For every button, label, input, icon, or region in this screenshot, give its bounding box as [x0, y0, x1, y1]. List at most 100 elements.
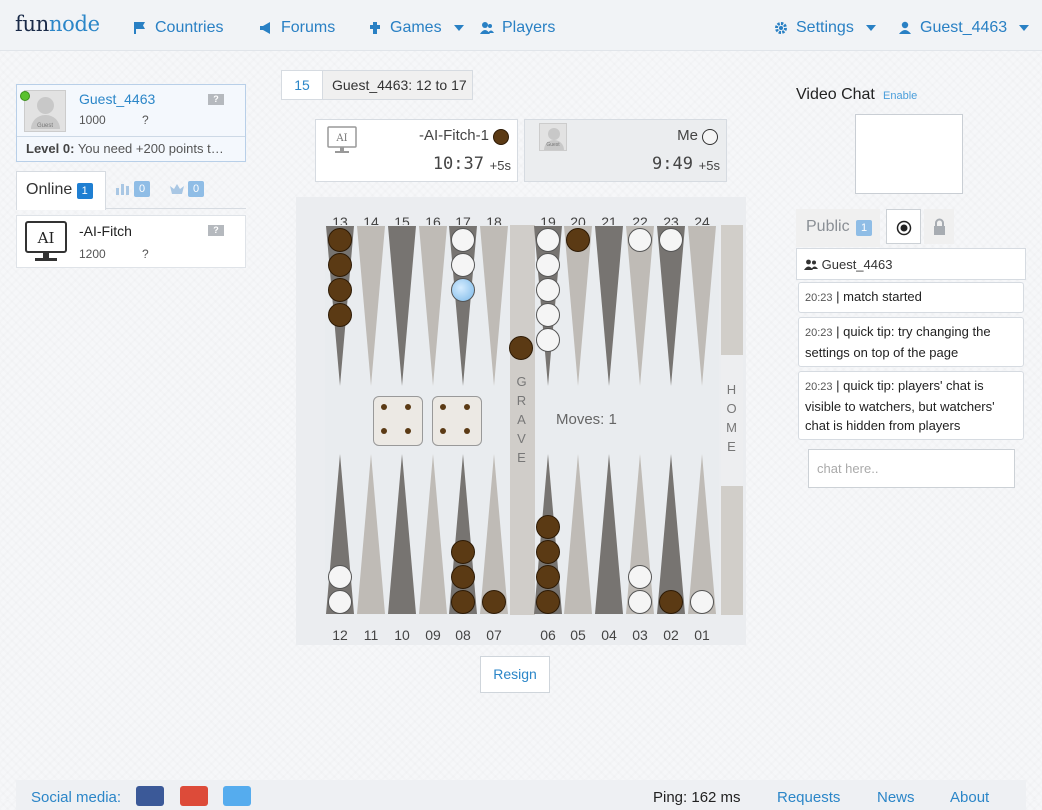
- logo[interactable]: funnode: [15, 12, 100, 36]
- round-number[interactable]: 15: [282, 71, 322, 99]
- nav-games[interactable]: Games: [368, 17, 464, 39]
- tab-public[interactable]: Public 1: [796, 209, 880, 247]
- white-checker[interactable]: [690, 590, 714, 614]
- bar-chart-icon: [116, 184, 129, 195]
- google-plus-icon[interactable]: [180, 786, 208, 806]
- tab-game-chat[interactable]: [886, 209, 921, 244]
- black-checker[interactable]: [536, 590, 560, 614]
- nav-forums[interactable]: Forums: [259, 17, 335, 39]
- home-label: HOME: [726, 382, 738, 454]
- puzzle-icon: [370, 22, 380, 34]
- white-checker[interactable]: [451, 228, 475, 252]
- white-checker[interactable]: [536, 228, 560, 252]
- footer: [16, 780, 1026, 810]
- black-checker[interactable]: [659, 590, 683, 614]
- white-checker[interactable]: [328, 565, 352, 589]
- point-18[interactable]: [480, 226, 508, 386]
- black-checker[interactable]: [451, 540, 475, 564]
- white-checker[interactable]: [536, 303, 560, 327]
- die[interactable]: [432, 396, 482, 446]
- white-checker[interactable]: [659, 228, 683, 252]
- tab-stats[interactable]: 0: [116, 181, 150, 197]
- nav-settings-label: Settings: [796, 19, 854, 36]
- white-checker[interactable]: [628, 228, 652, 252]
- black-checker[interactable]: [536, 565, 560, 589]
- point-04[interactable]: [595, 454, 623, 614]
- tab-crown[interactable]: 0: [170, 181, 204, 197]
- users-icon: [804, 259, 818, 270]
- requests-link[interactable]: Requests: [777, 789, 840, 806]
- point-number: 02: [663, 627, 679, 643]
- news-link[interactable]: News: [877, 789, 915, 806]
- player-name[interactable]: -AI-Fitch: [79, 223, 132, 239]
- megaphone-icon: [260, 22, 270, 34]
- point-24[interactable]: [688, 226, 716, 386]
- video-chat-enable-link[interactable]: Enable: [883, 90, 917, 102]
- point-21[interactable]: [595, 226, 623, 386]
- left-tabs: Online 1 0 0: [16, 171, 246, 210]
- white-checker[interactable]: [628, 565, 652, 589]
- rank-badge: ?: [208, 225, 224, 236]
- facebook-icon[interactable]: [136, 786, 164, 806]
- point-16[interactable]: [419, 226, 447, 386]
- lock-icon: [934, 218, 945, 235]
- white-checker[interactable]: [536, 253, 560, 277]
- black-checker[interactable]: [451, 590, 475, 614]
- chevron-down-icon: [1019, 25, 1030, 31]
- tab-online[interactable]: Online 1: [16, 171, 106, 210]
- public-count-badge: 1: [856, 220, 873, 236]
- white-checker[interactable]: [328, 590, 352, 614]
- black-checker[interactable]: [482, 590, 506, 614]
- black-checker[interactable]: [509, 336, 533, 360]
- my-name-link[interactable]: Guest_4463: [79, 91, 155, 107]
- black-checker[interactable]: [536, 515, 560, 539]
- point-10[interactable]: [388, 454, 416, 614]
- white-checker[interactable]: [536, 278, 560, 302]
- black-checker[interactable]: [536, 540, 560, 564]
- point-05[interactable]: [564, 454, 592, 614]
- player-rank: ?: [142, 247, 149, 261]
- nav-forums-label: Forums: [281, 19, 336, 36]
- point-15[interactable]: [388, 226, 416, 386]
- black-checker[interactable]: [328, 303, 352, 327]
- nav-user[interactable]: Guest_4463: [898, 17, 1030, 39]
- point-09[interactable]: [419, 454, 447, 614]
- self-increment: +5s: [698, 158, 720, 173]
- point-number: 07: [486, 627, 502, 643]
- black-checker[interactable]: [566, 228, 590, 252]
- nav-settings[interactable]: Settings: [774, 17, 876, 39]
- selected-checker[interactable]: [451, 278, 475, 302]
- opponent-increment: +5s: [489, 158, 511, 173]
- black-checker[interactable]: [328, 228, 352, 252]
- nav-countries[interactable]: Countries: [133, 17, 223, 39]
- chat-message: 20:23 | quick tip: try changing the sett…: [798, 317, 1024, 367]
- resign-button[interactable]: Resign: [480, 656, 550, 693]
- chat-tabs: Public 1: [796, 209, 1026, 249]
- point-14[interactable]: [357, 226, 385, 386]
- chat-input[interactable]: chat here..: [808, 449, 1015, 488]
- chevron-down-icon: [453, 25, 464, 31]
- nav-countries-label: Countries: [155, 19, 224, 36]
- avatar: Guest: [539, 123, 567, 151]
- white-checker[interactable]: [536, 328, 560, 352]
- black-checker[interactable]: [328, 253, 352, 277]
- avatar: Guest: [24, 90, 66, 132]
- nav-players[interactable]: Players: [480, 17, 555, 39]
- crown-count-badge: 0: [188, 181, 204, 197]
- die[interactable]: [373, 396, 423, 446]
- twitter-icon[interactable]: [223, 786, 251, 806]
- white-checker[interactable]: [628, 590, 652, 614]
- point-11[interactable]: [357, 454, 385, 614]
- tab-private[interactable]: [924, 209, 954, 244]
- black-checker[interactable]: [328, 278, 352, 302]
- flag-icon: [134, 22, 145, 34]
- opponent-name: -AI-Fitch-1: [418, 127, 489, 144]
- about-link[interactable]: About: [950, 789, 989, 806]
- svg-text:AI: AI: [37, 229, 55, 247]
- black-checker[interactable]: [451, 565, 475, 589]
- user-icon: [899, 21, 911, 34]
- white-checker[interactable]: [451, 253, 475, 277]
- tab-online-label: Online: [26, 181, 73, 198]
- list-item[interactable]: AI -AI-Fitch ? 1200 ?: [16, 215, 246, 268]
- chat-user-name: Guest_4463: [821, 257, 893, 272]
